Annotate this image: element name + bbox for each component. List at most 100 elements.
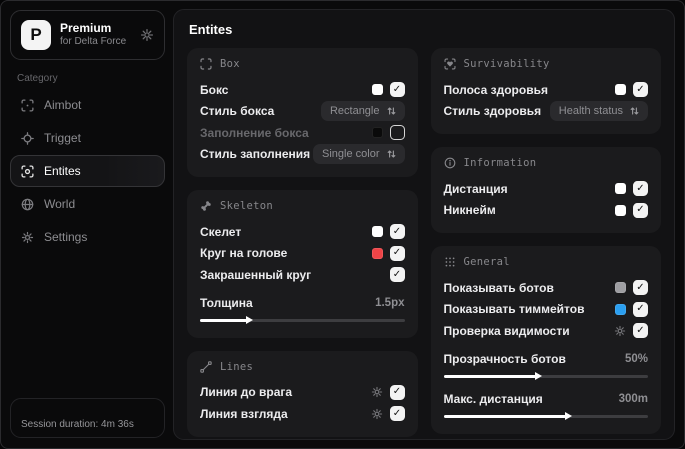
category-label: Category xyxy=(17,73,58,84)
distance-checkbox[interactable] xyxy=(633,181,648,197)
slider-thumb[interactable] xyxy=(565,412,573,420)
app-subtitle: for Delta Force xyxy=(60,36,127,48)
color-swatch[interactable] xyxy=(615,84,626,96)
slider-value: 1.5px xyxy=(375,296,405,309)
section-general: General Показывать ботов Показывать тимм… xyxy=(430,246,661,434)
sidebar: P Premium for Delta Force Category Aimbo… xyxy=(1,1,173,448)
visibility-check-checkbox[interactable] xyxy=(633,323,648,339)
setting-row: Стиль здоровья Health status xyxy=(444,101,648,123)
nickname-checkbox[interactable] xyxy=(633,202,648,218)
section-survivability: Survivability Полоса здоровья Стиль здор… xyxy=(430,48,661,134)
skeleton-checkbox[interactable] xyxy=(389,224,405,240)
slider-value: 50% xyxy=(624,352,648,365)
bone-icon xyxy=(200,200,212,212)
max-distance-slider[interactable] xyxy=(443,412,648,420)
app-logo: P xyxy=(21,20,51,50)
fill-style-dropdown[interactable]: Single color xyxy=(313,144,405,165)
section-title: General xyxy=(463,256,510,268)
setting-row: Круг на голове xyxy=(200,243,405,265)
section-title: Survivability xyxy=(463,58,550,70)
color-swatch[interactable] xyxy=(371,247,383,259)
line-icon xyxy=(200,360,212,373)
crosshair-icon xyxy=(21,98,34,112)
section-title: Lines xyxy=(220,360,254,373)
color-swatch[interactable] xyxy=(371,226,383,238)
section-title: Box xyxy=(220,58,240,70)
premium-card: P Premium for Delta Force xyxy=(10,10,165,60)
setting-row: Стиль заполнения Single color xyxy=(200,144,405,166)
sidebar-item-settings[interactable]: Settings xyxy=(10,221,165,253)
section-lines: Lines Линия до врага Линия взгляда xyxy=(187,350,418,437)
thickness-slider[interactable] xyxy=(200,316,405,324)
gear-icon[interactable] xyxy=(371,386,383,398)
sidebar-item-aimbot[interactable]: Aimbot xyxy=(10,89,165,121)
color-swatch[interactable] xyxy=(615,282,626,294)
session-duration: Session duration: 4m 36s xyxy=(21,419,134,430)
setting-row: Проверка видимости xyxy=(444,320,648,342)
box-checkbox[interactable] xyxy=(389,82,405,98)
sidebar-nav: Aimbot Trigget Entites World Settings xyxy=(10,89,165,253)
setting-row: Прозрачность ботов 50% xyxy=(443,349,648,382)
section-title: Information xyxy=(463,157,537,169)
setting-row: Бокс xyxy=(200,79,405,101)
head-circle-checkbox[interactable] xyxy=(389,245,405,261)
slider-thumb[interactable] xyxy=(246,316,254,324)
setting-row: Толщина 1.5px xyxy=(200,293,405,326)
setting-row: Стиль бокса Rectangle xyxy=(200,101,405,123)
setting-row: Линия взгляда xyxy=(200,403,405,425)
gear-icon[interactable] xyxy=(614,325,626,337)
show-bots-checkbox[interactable] xyxy=(633,280,648,296)
enemy-line-checkbox[interactable] xyxy=(389,384,405,400)
setting-row: Никнейм xyxy=(444,200,648,222)
globe-icon xyxy=(21,198,34,211)
setting-row: Макс. дистанция 300m xyxy=(443,389,648,422)
section-skeleton: Skeleton Скелет Круг на голове xyxy=(187,190,418,338)
show-teammates-checkbox[interactable] xyxy=(633,301,648,317)
sort-arrows-icon xyxy=(387,106,396,116)
color-swatch[interactable] xyxy=(371,84,383,96)
health-style-dropdown[interactable]: Health status xyxy=(549,101,648,122)
trigger-icon xyxy=(21,131,34,145)
grid-dots-icon xyxy=(444,256,456,268)
color-swatch[interactable] xyxy=(615,204,626,216)
app-window: P Premium for Delta Force Category Aimbo… xyxy=(0,0,685,449)
gear-icon xyxy=(21,231,34,244)
entities-icon xyxy=(21,164,34,178)
setting-row: Показывать тиммейтов xyxy=(444,299,648,321)
sidebar-item-label: World xyxy=(44,197,76,211)
setting-row: Закрашенный круг xyxy=(200,264,405,286)
page-title: Entites xyxy=(189,22,233,37)
section-information: Information Дистанция Никнейм xyxy=(430,147,661,233)
main-panel: Entites Box Бокс ✓ Стиль бокса Rectangle… xyxy=(173,9,675,440)
filled-circle-checkbox[interactable] xyxy=(389,267,405,283)
color-swatch[interactable] xyxy=(371,127,383,139)
sidebar-item-label: Entites xyxy=(44,164,81,178)
app-title: Premium xyxy=(60,21,112,36)
sidebar-item-label: Trigget xyxy=(44,131,81,145)
sidebar-item-trigget[interactable]: Trigget xyxy=(10,122,165,154)
session-card: Session duration: 4m 36s xyxy=(10,398,165,438)
slider-thumb[interactable] xyxy=(534,372,542,380)
setting-row: Скелет xyxy=(200,221,405,243)
sidebar-item-entites[interactable]: Entites xyxy=(10,155,165,187)
sort-arrows-icon xyxy=(630,106,639,116)
section-box: Box Бокс Стиль бокса Rectangle xyxy=(187,48,418,177)
gear-icon[interactable] xyxy=(371,408,383,420)
box-style-dropdown[interactable]: Rectangle xyxy=(320,101,405,122)
sidebar-item-world[interactable]: World xyxy=(10,188,165,220)
health-bar-checkbox[interactable] xyxy=(633,82,648,98)
sidebar-item-label: Aimbot xyxy=(44,98,82,112)
setting-row: Заполнение бокса xyxy=(200,122,405,144)
sort-arrows-icon xyxy=(387,149,396,159)
heart-scan-icon xyxy=(443,58,456,70)
color-swatch[interactable] xyxy=(615,303,626,315)
color-swatch[interactable] xyxy=(615,183,626,195)
setting-row: Показывать ботов xyxy=(444,277,648,299)
section-title: Skeleton xyxy=(220,200,273,212)
info-icon xyxy=(444,157,456,169)
setting-row: Дистанция xyxy=(444,178,648,200)
view-line-checkbox[interactable] xyxy=(389,406,405,422)
refresh-icon[interactable] xyxy=(140,28,154,42)
bot-opacity-slider[interactable] xyxy=(443,372,648,380)
box-fill-checkbox[interactable] xyxy=(389,125,405,141)
